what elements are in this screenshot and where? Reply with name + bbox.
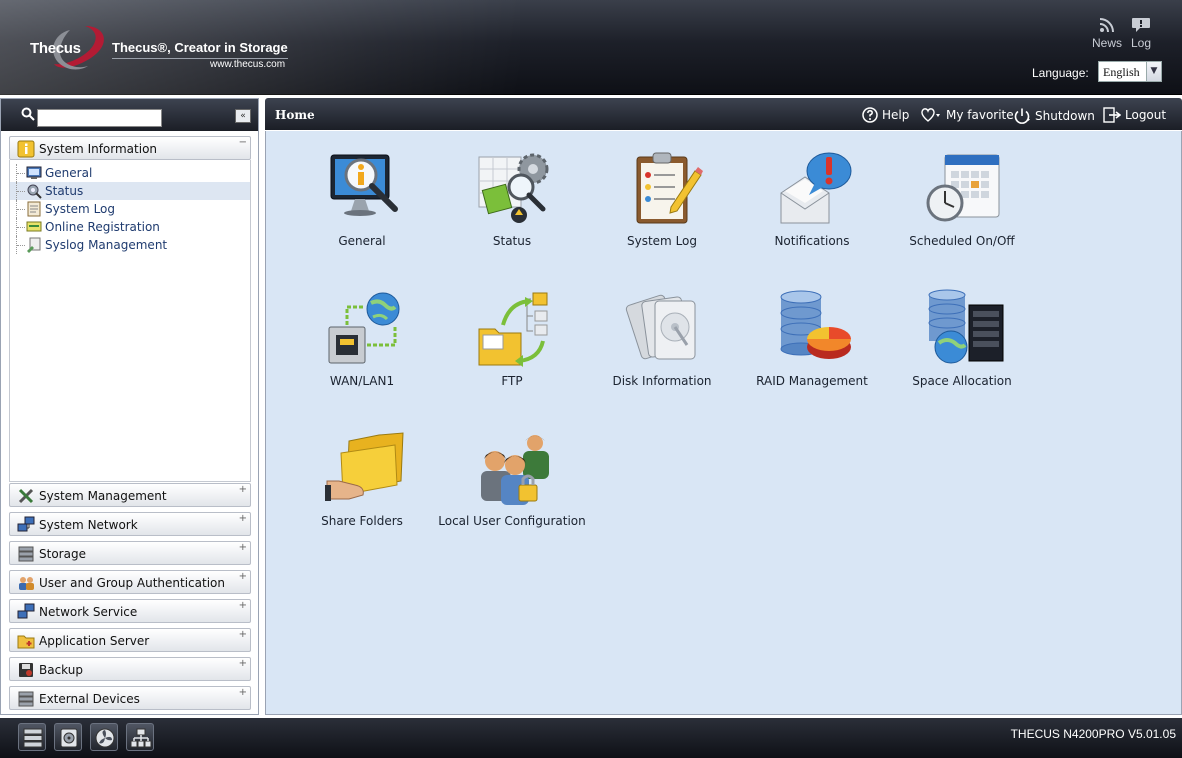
- fan-status-button[interactable]: [90, 723, 118, 751]
- breadcrumb[interactable]: Home: [275, 108, 315, 122]
- power-icon: [1014, 108, 1030, 124]
- category-storage[interactable]: Storage +: [9, 541, 251, 565]
- logo-text: Thecus: [30, 40, 81, 57]
- sidebar-item-online-registration[interactable]: Online Registration: [10, 218, 250, 236]
- category-user-group-authentication[interactable]: User and Group Authentication +: [9, 570, 251, 594]
- category-application-server[interactable]: Application Server +: [9, 628, 251, 652]
- storage-icon: [18, 546, 34, 562]
- device-model-version: THECUS N4200PRO V5.01.05: [1010, 727, 1176, 741]
- category-system-information[interactable]: System Information −: [9, 136, 251, 160]
- notification-mail-icon: [780, 152, 852, 224]
- sidebar-item-status[interactable]: Status: [10, 182, 250, 200]
- tile-general[interactable]: General: [287, 141, 437, 261]
- tile-share-folders[interactable]: Share Folders: [287, 421, 437, 541]
- rss-icon: [1099, 18, 1114, 33]
- tools-icon: [18, 488, 34, 504]
- monitor-icon: [26, 166, 42, 179]
- search-input[interactable]: [37, 109, 162, 127]
- ftp-folder-icon: [478, 292, 548, 367]
- fan-icon: [95, 728, 115, 748]
- general-monitor-icon: [330, 154, 398, 216]
- news-button[interactable]: News: [1090, 17, 1124, 50]
- raid-database-icon: [780, 290, 851, 359]
- info-icon: [17, 140, 35, 158]
- shutdown-button[interactable]: Shutdown: [1013, 107, 1095, 125]
- tile-wan-lan1[interactable]: WAN/LAN1: [287, 281, 437, 401]
- tile-system-log[interactable]: System Log: [587, 141, 737, 261]
- disk-status-button[interactable]: [54, 723, 82, 751]
- network-status-button[interactable]: [126, 723, 154, 751]
- category-label: System Information: [39, 142, 158, 156]
- sidebar-item-syslog-management[interactable]: Syslog Management: [10, 236, 250, 254]
- header: Thecus Thecus®, Creator in Storage www.t…: [0, 0, 1182, 95]
- external-devices-icon: [18, 691, 34, 707]
- main-toolbar: Home Help My favorite Shutdown Logout: [265, 98, 1182, 130]
- speech-bubble-icon: [1132, 18, 1150, 32]
- language-label: Language:: [1032, 66, 1089, 80]
- system-information-panel: General Status System Log Online Registr…: [9, 160, 251, 482]
- network-service-icon: [17, 603, 35, 619]
- calendar-clock-icon: [926, 154, 1000, 222]
- sidebar-item-system-log[interactable]: System Log: [10, 200, 250, 218]
- heart-icon: [921, 108, 940, 122]
- network-port-icon: [328, 292, 400, 364]
- main-content: General Status System Log Notifications …: [265, 131, 1182, 715]
- tile-status[interactable]: Status: [437, 141, 587, 261]
- network-icon: [17, 516, 35, 532]
- space-allocation-icon: [928, 289, 1004, 364]
- tile-disk-information[interactable]: Disk Information: [587, 281, 737, 401]
- search-icon: [21, 107, 35, 121]
- server-rack-icon: [23, 728, 43, 748]
- document-icon: [27, 201, 41, 217]
- help-icon: [862, 107, 878, 123]
- users-icon: [19, 577, 34, 590]
- syslog-icon: [27, 237, 41, 253]
- log-button[interactable]: Log: [1124, 17, 1158, 50]
- collapse-sidebar-button[interactable]: «: [235, 109, 251, 123]
- disk-icon: [625, 294, 696, 360]
- category-system-network[interactable]: System Network +: [9, 512, 251, 536]
- registration-icon: [26, 221, 42, 232]
- sidebar-item-general[interactable]: General: [10, 164, 250, 182]
- server-status-button[interactable]: [18, 723, 46, 751]
- status-icon: [27, 184, 42, 199]
- chevron-down-icon[interactable]: ▼: [1146, 62, 1161, 81]
- logout-icon: [1103, 107, 1121, 123]
- share-folder-icon: [325, 432, 404, 501]
- network-tree-icon: [130, 728, 152, 748]
- sidebar-search-bar: «: [1, 99, 258, 131]
- news-label: News: [1091, 36, 1122, 50]
- language-value: English: [1103, 65, 1140, 79]
- category-backup[interactable]: Backup +: [9, 657, 251, 681]
- logout-button[interactable]: Logout: [1103, 107, 1166, 123]
- status-gears-icon: [478, 153, 549, 223]
- category-external-devices[interactable]: External Devices +: [9, 686, 251, 710]
- tile-space-allocation[interactable]: Space Allocation: [887, 281, 1037, 401]
- my-favorite-button[interactable]: My favorite: [920, 107, 1014, 123]
- clipboard-log-icon: [636, 152, 703, 224]
- local-users-icon: [481, 435, 549, 505]
- tile-local-user-configuration[interactable]: Local User Configuration: [437, 421, 587, 541]
- category-system-management[interactable]: System Management +: [9, 483, 251, 507]
- language-select[interactable]: English ▼: [1098, 61, 1162, 82]
- category-network-service[interactable]: Network Service +: [9, 599, 251, 623]
- help-button[interactable]: Help: [862, 107, 909, 123]
- backup-icon: [19, 663, 33, 677]
- site-url: www.thecus.com: [210, 59, 286, 70]
- log-label: Log: [1130, 36, 1152, 50]
- tile-scheduled-on-off[interactable]: Scheduled On/Off: [887, 141, 1037, 261]
- collapse-toggle[interactable]: −: [239, 137, 247, 148]
- footer: THECUS N4200PRO V5.01.05: [0, 718, 1182, 758]
- tile-raid-management[interactable]: RAID Management: [737, 281, 887, 401]
- app-server-icon: [17, 635, 35, 649]
- tile-notifications[interactable]: Notifications: [737, 141, 887, 261]
- slogan: Thecus®, Creator in Storage: [112, 40, 288, 59]
- hard-disk-icon: [60, 728, 78, 748]
- tile-ftp[interactable]: FTP: [437, 281, 587, 401]
